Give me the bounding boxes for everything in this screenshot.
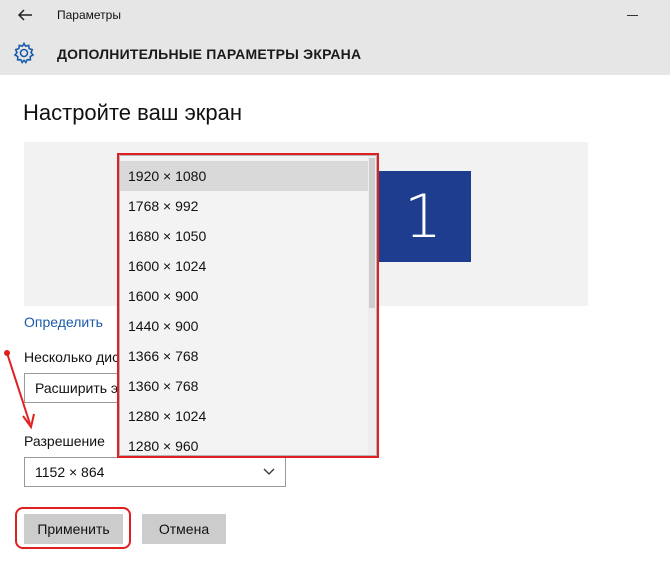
apply-button-label: Применить — [37, 521, 110, 537]
page-header: ДОПОЛНИТЕЛЬНЫЕ ПАРАМЕТРЫ ЭКРАНА — [0, 30, 670, 75]
identify-link[interactable]: Определить — [24, 314, 103, 330]
resolution-option[interactable]: 1920 × 1080 — [120, 161, 368, 191]
chevron-down-icon — [263, 468, 275, 475]
back-arrow-icon[interactable] — [16, 6, 34, 24]
display-1-tile[interactable]: 1 — [375, 171, 471, 262]
multiple-displays-label: Несколько дис — [24, 349, 120, 365]
gear-icon — [13, 41, 35, 64]
resolution-option[interactable]: 1440 × 900 — [120, 311, 368, 341]
page-title: Настройте ваш экран — [23, 100, 243, 125]
resolution-value: 1152 × 864 — [35, 464, 105, 480]
page-header-title: ДОПОЛНИТЕЛЬНЫЕ ПАРАМЕТРЫ ЭКРАНА — [57, 46, 362, 62]
resolution-option[interactable]: 1680 × 1050 — [120, 221, 368, 251]
dropdown-scrollbar[interactable] — [368, 156, 376, 455]
display-number: 1 — [403, 181, 443, 252]
resolution-option[interactable]: 1600 × 900 — [120, 281, 368, 311]
resolution-option[interactable]: 1280 × 1024 — [120, 401, 368, 431]
title-bar: Параметры — [0, 0, 670, 30]
minimize-button[interactable] — [627, 15, 638, 16]
cancel-button[interactable]: Отмена — [142, 514, 226, 544]
dropdown-scrollbar-thumb[interactable] — [369, 158, 375, 308]
resolution-option[interactable]: 1280 × 960 — [120, 431, 368, 455]
resolution-dropdown-list[interactable]: 1920 × 1080 1768 × 992 1680 × 1050 1600 … — [119, 155, 377, 456]
resolution-label: Разрешение — [24, 433, 105, 449]
resolution-option[interactable]: 1366 × 768 — [120, 341, 368, 371]
apply-button[interactable]: Применить — [24, 514, 123, 544]
resolution-option[interactable]: 1600 × 1024 — [120, 251, 368, 281]
multiple-displays-value: Расширить э — [35, 380, 119, 396]
resolution-select[interactable]: 1152 × 864 — [24, 457, 286, 487]
resolution-option[interactable]: 1360 × 768 — [120, 371, 368, 401]
resolution-option[interactable]: 1768 × 992 — [120, 191, 368, 221]
window-title: Параметры — [57, 8, 121, 22]
cancel-button-label: Отмена — [158, 521, 210, 537]
